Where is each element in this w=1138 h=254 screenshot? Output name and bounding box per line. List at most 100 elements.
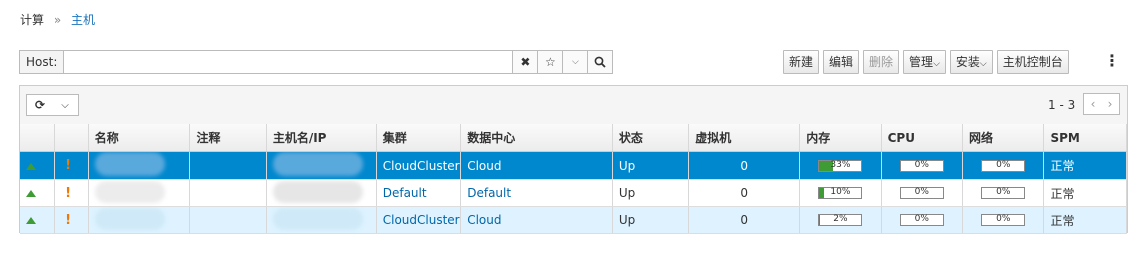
- usage-label: 2%: [833, 214, 848, 224]
- cluster-link[interactable]: CloudCluster: [383, 213, 460, 227]
- refresh-dropdown-button[interactable]: ⌵: [52, 94, 79, 116]
- cpu-usage-bar: 0%: [899, 214, 944, 226]
- redacted-name: [94, 152, 165, 176]
- new-button[interactable]: 新建: [783, 50, 820, 74]
- host-console-button[interactable]: 主机控制台: [996, 50, 1069, 74]
- column-header[interactable]: 状态: [612, 124, 690, 152]
- search-bar: Host: ✖ ☆ ⌵: [19, 50, 614, 74]
- exclamation-icon[interactable]: !: [65, 213, 71, 228]
- host-status: Up: [612, 179, 690, 207]
- memory-usage-bar: 10%: [818, 187, 863, 199]
- install-dropdown-button[interactable]: 安装⌵: [949, 50, 993, 74]
- alert-cell: !: [54, 179, 89, 207]
- column-header[interactable]: 集群: [376, 124, 462, 152]
- datacenter-link[interactable]: Default: [467, 186, 511, 200]
- table-row[interactable]: ! CloudCluster Cloud Up 0 2% 0% 0% 正常: [20, 206, 1127, 234]
- search-icon: [594, 56, 607, 68]
- column-header[interactable]: SPM: [1043, 124, 1127, 152]
- chevron-right-icon: ›: [1107, 97, 1113, 111]
- cpu-cell: 0%: [881, 179, 964, 207]
- name-cell[interactable]: [88, 179, 191, 207]
- column-header[interactable]: 名称: [88, 124, 191, 152]
- network-cell: 0%: [962, 206, 1045, 234]
- cpu-cell: 0%: [881, 206, 964, 234]
- redacted-host: [272, 180, 363, 203]
- delete-button[interactable]: 删除: [863, 50, 900, 74]
- refresh-button[interactable]: ⟳: [26, 94, 54, 116]
- grid-toolbar: ⟳ ⌵ 1 - 3 ‹ ›: [20, 86, 1127, 123]
- memory-cell: 10%: [799, 179, 882, 207]
- breadcrumb-hosts[interactable]: 主机: [71, 13, 95, 27]
- star-icon: ☆: [544, 55, 556, 69]
- cluster-link[interactable]: CloudCluster: [383, 159, 460, 173]
- bookmark-button[interactable]: ☆: [538, 50, 564, 74]
- vm-count: 0: [688, 179, 801, 207]
- column-header[interactable]: 数据中心: [460, 124, 613, 152]
- name-cell[interactable]: [88, 151, 191, 180]
- clear-search-button[interactable]: ✖: [513, 50, 539, 74]
- action-toolbar: 新建 编辑 删除 管理⌵ 安装⌵ 主机控制台: [783, 50, 1069, 74]
- bookmark-dropdown-button[interactable]: ⌵: [563, 50, 589, 74]
- chevron-down-icon: ⌵: [979, 59, 987, 69]
- host-status: Up: [612, 151, 690, 180]
- chevron-down-icon: ⌵: [61, 99, 69, 111]
- redacted-host: [272, 152, 363, 176]
- kebab-menu-icon[interactable]: ⋮: [1104, 52, 1120, 70]
- edit-button[interactable]: 编辑: [823, 50, 860, 74]
- up-arrow-icon: [26, 190, 36, 197]
- cluster-link[interactable]: Default: [383, 186, 427, 200]
- column-alert-icon: [54, 124, 89, 152]
- table-header-row: 名称 注释 主机名/IP 集群 数据中心 状态 虚拟机 内存 CPU 网络 SP…: [20, 124, 1127, 152]
- exclamation-icon[interactable]: !: [65, 158, 71, 173]
- search-label: Host:: [19, 50, 64, 74]
- network-cell: 0%: [962, 179, 1045, 207]
- prev-page-button[interactable]: ‹: [1083, 93, 1103, 115]
- memory-cell: 33%: [799, 151, 882, 180]
- host-cell: [266, 151, 377, 180]
- exclamation-icon[interactable]: !: [65, 186, 71, 201]
- close-icon: ✖: [520, 55, 531, 69]
- column-header[interactable]: 内存: [799, 124, 882, 152]
- memory-cell: 2%: [799, 206, 882, 234]
- cpu-usage-bar: 0%: [899, 187, 944, 199]
- redacted-name: [94, 207, 165, 230]
- redacted-host: [272, 207, 363, 230]
- redacted-name: [94, 180, 165, 203]
- column-header[interactable]: 虚拟机: [688, 124, 801, 152]
- cpu-usage-bar: 0%: [899, 159, 944, 172]
- hosts-grid-panel: ⟳ ⌵ 1 - 3 ‹ › 名称 注释 主机名/IP 集群 数据中心 状态 虚拟…: [19, 85, 1128, 234]
- cluster-cell: CloudCluster: [376, 206, 462, 234]
- column-header[interactable]: CPU: [881, 124, 964, 152]
- search-button[interactable]: [588, 50, 614, 74]
- comment-cell: [189, 206, 267, 234]
- column-header[interactable]: 网络: [962, 124, 1045, 152]
- spm-cell: 正常: [1043, 179, 1127, 207]
- alert-cell: !: [54, 151, 89, 180]
- manage-label: 管理: [909, 55, 934, 69]
- cluster-cell: Default: [376, 179, 462, 207]
- table-row[interactable]: ! Default Default Up 0 10% 0% 0% 正常: [20, 179, 1127, 207]
- cpu-cell: 0%: [881, 151, 964, 180]
- breadcrumb-compute[interactable]: 计算: [20, 13, 44, 27]
- column-header[interactable]: 注释: [189, 124, 267, 152]
- alert-cell: !: [54, 206, 89, 234]
- manage-dropdown-button[interactable]: 管理⌵: [903, 50, 946, 74]
- search-input[interactable]: [63, 50, 514, 74]
- column-header[interactable]: 主机名/IP: [266, 124, 377, 152]
- datacenter-link[interactable]: Cloud: [467, 159, 501, 173]
- status-cell: [20, 151, 56, 180]
- next-page-button[interactable]: ›: [1101, 93, 1120, 115]
- status-cell: [20, 179, 56, 207]
- host-status: Up: [612, 206, 690, 234]
- network-cell: 0%: [962, 151, 1045, 180]
- comment-cell: [189, 179, 267, 207]
- datacenter-cell: Cloud: [460, 151, 613, 180]
- name-cell[interactable]: [88, 206, 191, 234]
- usage-label: 0%: [996, 214, 1011, 224]
- datacenter-link[interactable]: Cloud: [467, 213, 501, 227]
- usage-label: 0%: [996, 187, 1011, 197]
- refresh-icon: ⟳: [34, 98, 46, 112]
- table-row[interactable]: ! CloudCluster Cloud Up 0 33% 0% 0% 正常: [20, 151, 1127, 180]
- memory-usage-bar: 2%: [818, 214, 863, 226]
- up-arrow-icon: [26, 162, 36, 170]
